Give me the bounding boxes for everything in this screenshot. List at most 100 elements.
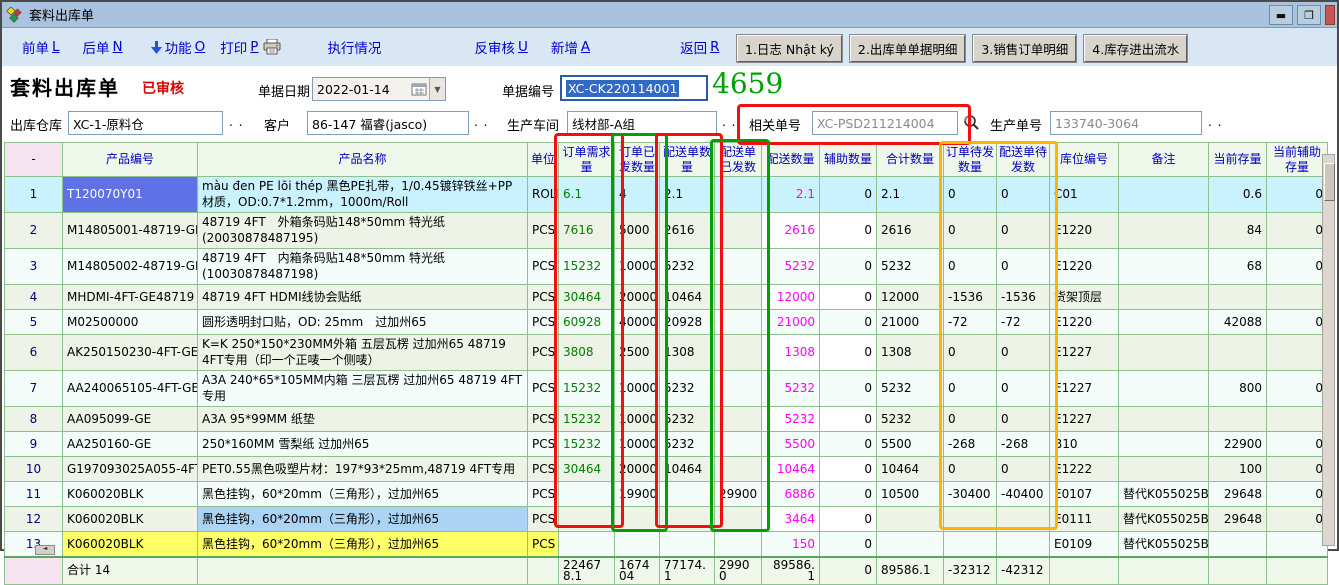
cell[interactable]: 圆形透明封口贴，OD: 25mm 过加州65 xyxy=(198,310,528,335)
cell[interactable]: 5232 xyxy=(877,407,944,432)
cell[interactable]: PCS xyxy=(528,213,559,249)
cell[interactable]: AA240065105-4FT-GE xyxy=(63,371,198,407)
table-row[interactable]: 5M02500000圆形透明封口贴，OD: 25mm 过加州65PCS60928… xyxy=(5,310,1328,335)
cell[interactable]: 5 xyxy=(5,310,63,335)
search-icon[interactable] xyxy=(962,113,980,131)
table-row[interactable]: 13K060020BLK黑色挂钩，60*20mm（三角形），过加州65PCS15… xyxy=(5,532,1328,557)
cell[interactable]: 15232 xyxy=(559,249,615,285)
cell[interactable]: 0 xyxy=(820,249,877,285)
cell[interactable]: 5232 xyxy=(660,371,715,407)
cell[interactable]: 20928 xyxy=(660,310,715,335)
cell[interactable]: 0.6 xyxy=(1209,177,1267,213)
cell[interactable]: 84 xyxy=(1209,213,1267,249)
cell[interactable]: 2.1 xyxy=(660,177,715,213)
cell[interactable]: AA250160-GE xyxy=(63,432,198,457)
menu-item-R[interactable]: 返回R xyxy=(680,37,719,57)
close-button[interactable] xyxy=(1325,5,1335,25)
cell[interactable]: PCS xyxy=(528,249,559,285)
cell[interactable]: ROLL xyxy=(528,177,559,213)
cell[interactable]: PCS xyxy=(528,507,559,532)
cell[interactable]: 0 xyxy=(944,213,997,249)
vertical-scrollbar[interactable] xyxy=(1322,154,1335,546)
cell[interactable]: 4 xyxy=(5,285,63,310)
table-row[interactable]: 4MHDMI-4FT-GE4871948719 4FT HDMI线协会贴纸PCS… xyxy=(5,285,1328,310)
cell[interactable]: 5000 xyxy=(615,213,660,249)
cell[interactable] xyxy=(1209,285,1267,310)
cell[interactable]: 68 xyxy=(1209,249,1267,285)
cell[interactable]: AA095099-GE xyxy=(63,407,198,432)
cell[interactable]: 0 xyxy=(1267,371,1328,407)
cell[interactable]: -1536 xyxy=(944,285,997,310)
cell[interactable]: 48719 4FT HDMI线协会贴纸 xyxy=(198,285,528,310)
cell[interactable]: 0 xyxy=(997,335,1050,371)
cell[interactable]: 0 xyxy=(1267,177,1328,213)
cell[interactable] xyxy=(715,213,762,249)
table-row[interactable]: 6AK250150230-4FT-GEK=K 250*150*230MM外箱 五… xyxy=(5,335,1328,371)
table-row[interactable]: 11K060020BLK黑色挂钩，60*20mm（三角形），过加州65PCS19… xyxy=(5,482,1328,507)
cell[interactable]: PCS xyxy=(528,285,559,310)
cell[interactable] xyxy=(877,532,944,557)
cell[interactable] xyxy=(1119,213,1209,249)
cell[interactable] xyxy=(559,507,615,532)
cell[interactable] xyxy=(559,482,615,507)
cell[interactable] xyxy=(715,532,762,557)
cell[interactable]: 黑色挂钩，60*20mm（三角形），过加州65 xyxy=(198,482,528,507)
menu-item-N[interactable]: 后单N xyxy=(83,37,123,57)
customer-field[interactable]: 86-147 福睿(jasco) xyxy=(307,111,469,135)
cell[interactable] xyxy=(997,532,1050,557)
cell[interactable]: 5500 xyxy=(762,432,820,457)
cell[interactable]: E0111 xyxy=(1050,507,1119,532)
cell[interactable]: 100 xyxy=(1209,457,1267,482)
cell[interactable]: E1227 xyxy=(1050,371,1119,407)
cell[interactable]: 2 xyxy=(5,213,63,249)
cell[interactable] xyxy=(660,532,715,557)
cell[interactable]: màu đen PE lõi thép 黑色PE扎带，1/0.45镀锌铁丝+PP… xyxy=(198,177,528,213)
cell[interactable]: 5232 xyxy=(877,249,944,285)
cell[interactable]: 22900 xyxy=(1209,432,1267,457)
cell[interactable]: 3464 xyxy=(762,507,820,532)
cell[interactable] xyxy=(1267,335,1328,371)
cell[interactable]: 60928 xyxy=(559,310,615,335)
cell[interactable]: 2616 xyxy=(762,213,820,249)
cell[interactable]: 150 xyxy=(762,532,820,557)
cell[interactable] xyxy=(715,457,762,482)
cell[interactable]: 30464 xyxy=(559,457,615,482)
cell[interactable]: K=K 250*150*230MM外箱 五层瓦楞 过加州65 48719 4FT… xyxy=(198,335,528,371)
cell[interactable]: 0 xyxy=(820,177,877,213)
cell[interactable]: 0 xyxy=(1267,457,1328,482)
cell[interactable]: E1227 xyxy=(1050,335,1119,371)
cell[interactable]: 0 xyxy=(820,432,877,457)
cell[interactable]: 4 xyxy=(615,177,660,213)
cell[interactable]: PCS xyxy=(528,407,559,432)
workshop-field[interactable]: 线材部-A组 xyxy=(567,111,717,135)
cell[interactable]: 6 xyxy=(5,335,63,371)
cell[interactable]: PCS xyxy=(528,432,559,457)
cell[interactable]: 10 xyxy=(5,457,63,482)
cell[interactable]: 1308 xyxy=(877,335,944,371)
cell[interactable]: 10464 xyxy=(877,457,944,482)
cell[interactable]: 29900 xyxy=(715,482,762,507)
cell[interactable] xyxy=(1119,285,1209,310)
cell[interactable]: 5500 xyxy=(877,432,944,457)
maximize-button[interactable]: ❒ xyxy=(1297,5,1321,25)
cell[interactable]: 5232 xyxy=(660,432,715,457)
menu-item-A[interactable]: 新增A xyxy=(551,37,590,57)
cell[interactable]: 3808 xyxy=(559,335,615,371)
cell[interactable]: 0 xyxy=(820,457,877,482)
cell[interactable] xyxy=(715,285,762,310)
cell[interactable] xyxy=(1119,432,1209,457)
cell[interactable] xyxy=(1209,407,1267,432)
cell[interactable] xyxy=(715,249,762,285)
cell[interactable]: -268 xyxy=(997,432,1050,457)
related-doc-field[interactable]: XC-PSD211214004 xyxy=(812,111,958,135)
cell[interactable]: T120070Y01 xyxy=(63,177,198,213)
cell[interactable]: 0 xyxy=(944,335,997,371)
cell[interactable]: 10000 xyxy=(615,249,660,285)
cell[interactable]: 黑色挂钩，60*20mm（三角形），过加州65 xyxy=(198,507,528,532)
cell[interactable]: 0 xyxy=(944,457,997,482)
cell[interactable] xyxy=(1119,177,1209,213)
cell[interactable] xyxy=(1267,407,1328,432)
cell[interactable] xyxy=(615,532,660,557)
cell[interactable]: PCS xyxy=(528,371,559,407)
cell[interactable]: 20000 xyxy=(615,457,660,482)
